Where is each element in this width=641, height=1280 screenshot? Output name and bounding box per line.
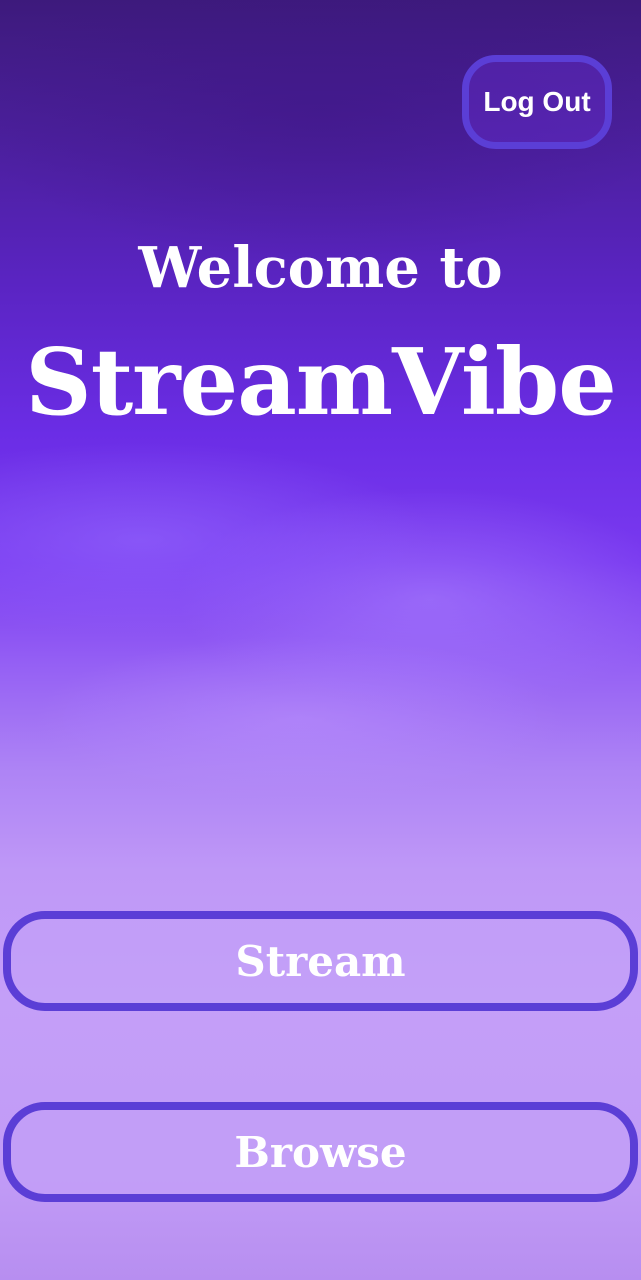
welcome-heading: Welcome to [138, 235, 503, 301]
background-gradient [0, 0, 641, 1280]
app-title: StreamVibe [25, 328, 616, 436]
stream-button[interactable]: Stream [3, 911, 638, 1011]
browse-button[interactable]: Browse [3, 1102, 638, 1202]
logout-button[interactable]: Log Out [462, 55, 612, 149]
